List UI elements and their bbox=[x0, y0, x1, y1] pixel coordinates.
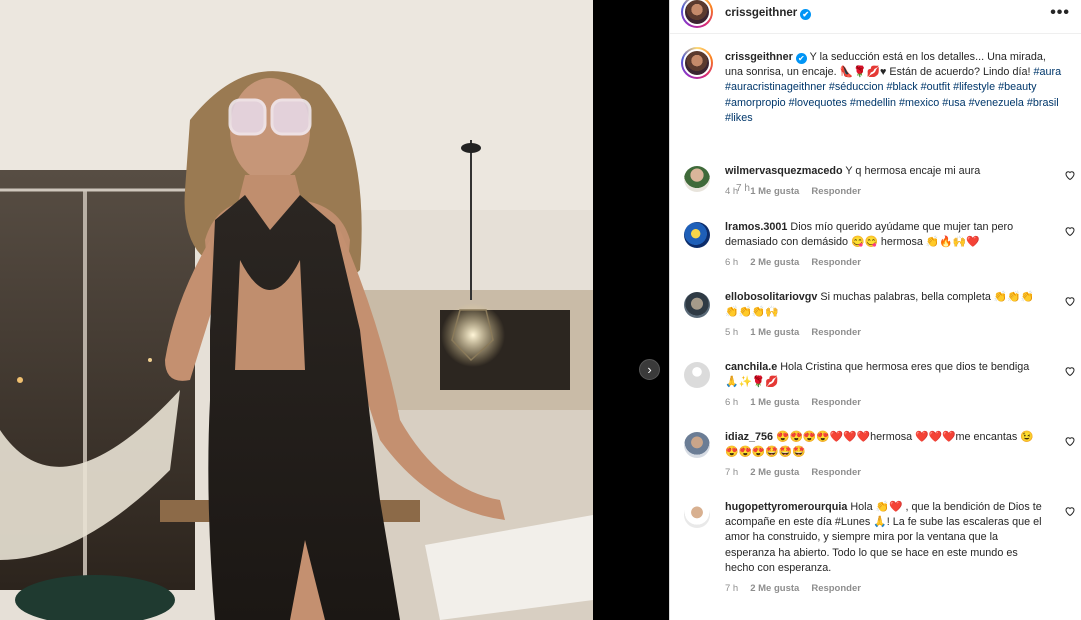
comments-panel: crissgeithner ✔ ••• crissgeithner ✔ Y la s… bbox=[669, 0, 1081, 620]
comment-time[interactable]: 7 h bbox=[725, 583, 738, 594]
caption-username[interactable]: crissgeithner bbox=[725, 51, 793, 63]
comment-meta: 6 h 1 Me gusta Responder bbox=[725, 395, 1045, 410]
like-comment-heart-icon[interactable] bbox=[1064, 505, 1076, 517]
post-header: crissgeithner ✔ ••• bbox=[670, 0, 1081, 34]
verified-icon: ✔ bbox=[800, 9, 812, 20]
post-modal: › crissgeithner ✔ ••• crissgeithner ✔ Y la… bbox=[0, 0, 1081, 620]
photo-illustration bbox=[0, 0, 593, 620]
comment-avatar[interactable] bbox=[684, 166, 710, 192]
reply-button[interactable]: Responder bbox=[811, 186, 861, 197]
more-options-icon[interactable]: ••• bbox=[1050, 4, 1070, 22]
comment-avatar[interactable] bbox=[684, 292, 710, 318]
comment-meta: 6 h 2 Me gusta Responder bbox=[725, 255, 1045, 270]
comment-username[interactable]: lramos.3001 bbox=[725, 221, 787, 233]
like-comment-heart-icon[interactable] bbox=[1064, 365, 1076, 377]
comment-body: ellobosolitariovgv Si muchas palabras, b… bbox=[725, 290, 1045, 341]
comment-username[interactable]: ellobosolitariovgv bbox=[725, 291, 817, 303]
default-avatar-icon[interactable] bbox=[684, 362, 710, 388]
media-pane: › bbox=[0, 0, 669, 620]
header-username[interactable]: crissgeithner bbox=[725, 7, 797, 19]
comment-likes[interactable]: 1 Me gusta bbox=[750, 327, 799, 338]
avatar-image bbox=[683, 0, 711, 26]
comment-time[interactable]: 6 h bbox=[725, 257, 738, 268]
reply-button[interactable]: Responder bbox=[811, 467, 861, 478]
comment-likes[interactable]: 2 Me gusta bbox=[750, 467, 799, 478]
comment-likes[interactable]: 1 Me gusta bbox=[750, 397, 799, 408]
comment-username[interactable]: wilmervasquezmacedo bbox=[725, 165, 843, 177]
comment-text: Y q hermosa encaje mi aura bbox=[842, 165, 981, 177]
comment-likes[interactable]: 2 Me gusta bbox=[750, 583, 799, 594]
comment-likes[interactable]: 1 Me gusta bbox=[750, 186, 799, 197]
like-comment-heart-icon[interactable] bbox=[1064, 295, 1076, 307]
header-username-row[interactable]: crissgeithner ✔ bbox=[725, 7, 812, 20]
verified-icon: ✔ bbox=[795, 53, 807, 64]
comment-username[interactable]: hugopettyromerourquia bbox=[725, 501, 847, 513]
comment-avatar[interactable] bbox=[684, 502, 710, 528]
comment-likes[interactable]: 2 Me gusta bbox=[750, 257, 799, 268]
comment-meta: 5 h 1 Me gusta Responder bbox=[725, 325, 1045, 340]
comment-body: hugopettyromerourquia Hola 👏❤️ , que la … bbox=[725, 500, 1045, 596]
reply-button[interactable]: Responder bbox=[811, 583, 861, 594]
comment-time[interactable]: 5 h bbox=[725, 327, 738, 338]
reply-button[interactable]: Responder bbox=[811, 257, 861, 268]
comment-body: lramos.3001 Dios mío querido ayúdame que… bbox=[725, 220, 1045, 271]
comment-username[interactable]: canchila.e bbox=[725, 361, 777, 373]
comment-username[interactable]: idiaz_756 bbox=[725, 431, 773, 443]
avatar-image bbox=[683, 49, 711, 77]
comment-body: idiaz_756 😍😍😍😍❤️❤️❤️hermosa ❤️❤️❤️me enc… bbox=[725, 430, 1045, 481]
caption-text-block: crissgeithner ✔ Y la seducción está en lo… bbox=[725, 50, 1065, 126]
media-letterbox bbox=[593, 0, 669, 620]
comment-body: canchila.e Hola Cristina que hermosa ere… bbox=[725, 360, 1045, 411]
caption-avatar[interactable] bbox=[681, 47, 713, 79]
comment-avatar[interactable] bbox=[684, 432, 710, 458]
like-comment-heart-icon[interactable] bbox=[1064, 435, 1076, 447]
comment-time[interactable]: 4 h bbox=[725, 186, 738, 197]
comment-meta: 7 h 2 Me gusta Responder bbox=[725, 581, 1045, 596]
comment-meta: 7 h 2 Me gusta Responder bbox=[725, 465, 1045, 480]
post-photo[interactable] bbox=[0, 0, 593, 620]
reply-button[interactable]: Responder bbox=[811, 327, 861, 338]
header-avatar[interactable] bbox=[681, 0, 713, 28]
comment-time[interactable]: 6 h bbox=[725, 397, 738, 408]
comment-meta: 4 h 1 Me gusta Responder bbox=[725, 184, 1045, 199]
like-comment-heart-icon[interactable] bbox=[1064, 225, 1076, 237]
comment-time[interactable]: 7 h bbox=[725, 467, 738, 478]
next-media-button[interactable]: › bbox=[639, 359, 660, 380]
comment-body: wilmervasquezmacedo Y q hermosa encaje m… bbox=[725, 164, 1045, 199]
like-comment-heart-icon[interactable] bbox=[1064, 169, 1076, 181]
comment-avatar[interactable] bbox=[684, 222, 710, 248]
reply-button[interactable]: Responder bbox=[811, 397, 861, 408]
